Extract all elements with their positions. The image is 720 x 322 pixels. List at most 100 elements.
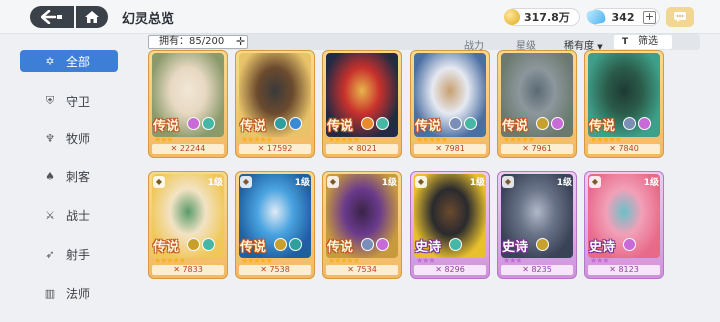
star-rating: ★★★★★ [503,135,535,144]
power-number: 7961 [531,144,552,153]
element-badges [536,238,549,251]
power-value: ✕ 8123 [588,265,660,275]
element-badges [449,238,462,251]
power-value: ✕ 7981 [414,144,486,154]
spirit-card[interactable]: ◆ 1级 史诗 ★★★ ✕ 8123 [584,171,664,279]
spirit-card[interactable]: 传说 ★★★★★ ✕ 7961 [497,50,577,158]
spirit-card[interactable]: ◆ 1级 传说 ★★★★★ ✕ 7833 [148,171,228,279]
element-type-icon: ◆ [589,176,601,188]
wings-icon: ♆ [45,131,55,145]
element-badge-icon [536,117,549,130]
element-badge-icon [274,238,287,251]
element-type-icon: ◆ [502,176,514,188]
star-rating: ★★★★★ [241,135,273,144]
star-rating: ★★★ [154,135,173,144]
element-type-icon: ◆ [327,176,339,188]
chat-button[interactable] [666,7,694,27]
rarity-label: 传说 [327,240,354,255]
rarity-label: 传说 [327,119,354,134]
sidebar-item-mage[interactable]: ▥ 法师 [20,282,118,304]
sidebar-item-guardian[interactable]: ⛨ 守卫 [20,90,118,112]
star-rating: ★★★★★ [590,135,622,144]
element-badge-icon [361,238,374,251]
level-label: 1级 [556,178,572,188]
element-type-icon: ◆ [153,176,165,188]
rarity-label: 传说 [240,240,267,255]
element-badge-icon [274,117,287,130]
gem-icon [585,8,607,26]
owned-count: 拥有：85/200 [148,35,248,49]
power-value: ✕ 8021 [326,144,398,154]
spirit-card[interactable]: ◆ 1级史诗 ★★★ ✕ 8235 [497,171,577,279]
level-label: 1级 [643,178,659,188]
sidebar-item-label: 牧师 [66,131,91,146]
spirit-card[interactable]: ◆ 1级 史诗 ★★★ ✕ 8296 [410,171,490,279]
element-type-icon: ◆ [240,176,252,188]
element-badge-icon [376,238,389,251]
element-badges [536,117,564,130]
gem-currency: 342 + [585,8,660,26]
star-rating: ★★★ [416,256,435,265]
element-badge-icon [623,238,636,251]
filter-button[interactable]: T 筛选 [614,35,672,49]
element-badge-icon [536,238,549,251]
element-badge-icon [202,117,215,130]
sidebar-item-archer[interactable]: ➶ 射手 [20,243,118,265]
spirit-card[interactable]: 传说 ★★★★★ ✕ 7981 [410,50,490,158]
sidebar-item-assassin[interactable]: ♠ 刺客 [20,165,118,187]
power-number: 8021 [356,144,377,153]
swords-icon: ✕ [257,144,267,153]
element-badge-icon [638,117,651,130]
star-rating: ★★★★★ [328,256,360,265]
assassin-icon: ♠ [45,169,55,183]
sidebar-item-label: 战士 [66,208,91,223]
element-badge-icon [202,238,215,251]
top-bar: 幻灵总览 317.8万 342 + [0,0,720,34]
rarity-dropdown[interactable]: 稀有度 ▼ [564,37,603,52]
sidebar-item-warrior[interactable]: ⚔ 战士 [20,204,118,226]
power-value: ✕ 7538 [239,265,311,275]
star-rating: ★★★★★ [328,135,360,144]
element-badge-icon [464,117,477,130]
sidebar-item-all[interactable]: ✡ 全部 [20,50,118,72]
element-badge-icon [361,117,374,130]
level-label: 1级 [469,178,485,188]
rarity-label: 传说 [415,119,442,134]
rarity-label: 史诗 [502,240,529,255]
add-gem-button[interactable]: + [643,10,656,24]
home-button[interactable] [76,6,108,28]
element-badges [623,117,651,130]
spirit-card[interactable]: 传说 ★★★ ✕ 22244 [148,50,228,158]
element-badges [187,238,215,251]
spirit-card[interactable]: ◆ 1级 传说 ★★★★★ ✕ 7538 [235,171,315,279]
element-badges [187,117,215,130]
star-rating: ★★★ [503,256,522,265]
expand-capacity-button[interactable]: ✛ [236,36,245,47]
spirit-card[interactable]: ◆ 1级 传说 ★★★★★ ✕ 7534 [322,171,402,279]
back-button[interactable] [30,6,74,28]
power-value: ✕ 8235 [501,265,573,275]
chat-bubble-icon [674,12,686,22]
power-number: 8235 [531,265,552,274]
power-value: ✕ 7833 [152,265,224,275]
bow-icon: ➶ [45,247,55,261]
filter-label: 筛选 [638,36,658,47]
star-rating: ★★★★★ [241,256,273,265]
spirit-card[interactable]: 传说 ★★★★★ ✕ 8021 [322,50,402,158]
element-badge-icon [187,117,200,130]
home-icon [85,11,99,23]
power-number: 7833 [182,265,203,274]
spirit-card[interactable]: 传说 ★★★★★ ✕ 7840 [584,50,664,158]
star-rating: ★★★★★ [416,135,448,144]
sidebar-item-priest[interactable]: ♆ 牧师 [20,127,118,149]
shield-icon: ⛨ [45,94,55,107]
level-label: 1级 [207,178,223,188]
spirit-card[interactable]: 传说 ★★★★★ ✕ 17592 [235,50,315,158]
gold-amount: 317.8万 [524,11,570,24]
element-badge-icon [187,238,200,251]
power-value: ✕ 7840 [588,144,660,154]
power-number: 17592 [266,144,293,153]
swords-icon: ✕ [170,144,180,153]
rarity-label: 传说 [502,119,529,134]
class-sidebar: ✡ 全部 ⛨ 守卫 ♆ 牧师 ♠ 刺客 ⚔ 战士 ➶ 射手 ▥ 法师 [0,34,128,322]
